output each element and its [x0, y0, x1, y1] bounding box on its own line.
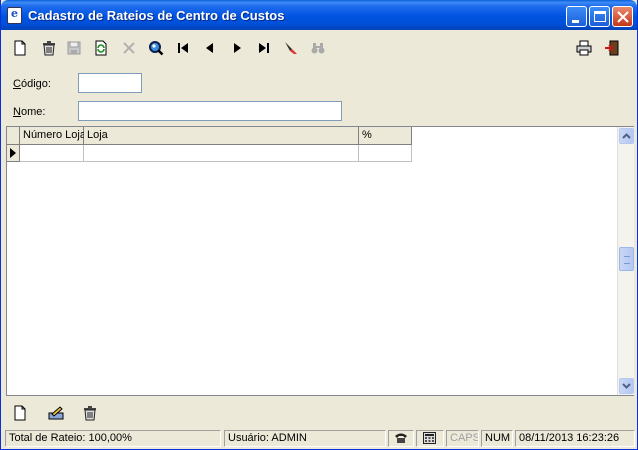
previous-record-icon	[206, 43, 213, 53]
grid-vertical-scrollbar[interactable]	[617, 127, 634, 395]
last-record-icon	[259, 43, 269, 53]
column-header-percent[interactable]: %	[359, 127, 412, 145]
add-row-icon	[14, 405, 26, 421]
find-binoculars-icon	[311, 43, 325, 54]
main-toolbar	[5, 36, 633, 62]
nome-label: Nome:	[13, 106, 46, 118]
status-caps: CAPS	[446, 430, 479, 447]
save-disk-icon	[67, 41, 81, 55]
delete-row-icon	[84, 406, 96, 421]
refresh-icon	[95, 40, 107, 56]
status-num: NUM	[481, 430, 513, 447]
first-record-button[interactable]	[172, 37, 194, 59]
next-record-button[interactable]	[227, 37, 249, 59]
filter-icon	[285, 42, 297, 54]
find-button[interactable]	[307, 37, 329, 59]
table-cell-percent[interactable]	[359, 145, 412, 162]
nome-input[interactable]	[78, 101, 342, 121]
codigo-label: Código:	[13, 78, 51, 90]
grid-corner-header	[7, 127, 20, 145]
filter-button[interactable]	[280, 37, 302, 59]
add-row-button[interactable]	[9, 402, 31, 424]
cancel-button[interactable]	[118, 37, 140, 59]
chevron-up-icon	[622, 133, 631, 139]
column-header-loja[interactable]: Loja	[84, 127, 359, 145]
row-indicator-arrow-icon	[7, 145, 20, 162]
delete-button[interactable]	[38, 37, 60, 59]
scroll-down-button[interactable]	[619, 378, 634, 394]
window-title: Cadastro de Rateios de Centro de Custos	[28, 8, 285, 23]
exit-button[interactable]	[601, 37, 623, 59]
refresh-button[interactable]	[90, 37, 112, 59]
print-icon	[576, 40, 592, 56]
status-bar: Total de Rateio: 100,00% Usuário: ADMIN …	[1, 428, 637, 449]
codigo-input[interactable]	[78, 73, 142, 93]
status-phone[interactable]	[388, 430, 414, 447]
first-record-icon	[178, 43, 188, 53]
scroll-up-button[interactable]	[619, 128, 634, 144]
edit-row-button[interactable]	[45, 402, 67, 424]
status-user: Usuário: ADMIN	[224, 430, 386, 447]
main-window: e Cadastro de Rateios de Centro de Custo…	[0, 0, 638, 450]
print-button[interactable]	[573, 37, 595, 59]
phone-icon	[395, 433, 407, 443]
status-datetime: 08/11/2013 16:23:26	[515, 430, 635, 447]
edit-row-icon	[48, 406, 64, 420]
table-cell-loja[interactable]	[84, 145, 359, 162]
cancel-x-icon	[123, 42, 135, 54]
maximize-button[interactable]	[589, 6, 610, 27]
status-total-rateio: Total de Rateio: 100,00%	[5, 430, 221, 447]
close-button[interactable]	[612, 6, 633, 27]
table-cell-numero-loja[interactable]	[20, 145, 84, 162]
new-document-icon	[14, 40, 26, 56]
last-record-button[interactable]	[253, 37, 275, 59]
chevron-down-icon	[622, 383, 631, 389]
save-button[interactable]	[63, 37, 85, 59]
minimize-icon	[572, 20, 579, 23]
search-button[interactable]	[145, 37, 167, 59]
app-document-icon[interactable]: e	[7, 7, 22, 24]
status-calculator[interactable]	[416, 430, 444, 447]
scroll-thumb[interactable]	[619, 247, 634, 271]
rateio-grid[interactable]: Número Loja Loja %	[6, 126, 634, 396]
delete-trash-icon	[43, 41, 55, 56]
delete-row-button[interactable]	[79, 402, 101, 424]
minimize-button[interactable]	[566, 6, 587, 27]
close-icon	[617, 11, 629, 23]
search-magnifier-icon	[149, 41, 164, 56]
calculator-icon	[423, 432, 436, 444]
exit-door-icon	[605, 40, 619, 56]
maximize-icon	[594, 11, 606, 22]
next-record-icon	[234, 43, 241, 53]
column-header-numero-loja[interactable]: Número Loja	[20, 127, 86, 145]
title-bar[interactable]: e Cadastro de Rateios de Centro de Custo…	[1, 0, 637, 30]
new-button[interactable]	[9, 37, 31, 59]
grid-toolbar	[7, 401, 127, 425]
previous-record-button[interactable]	[198, 37, 220, 59]
